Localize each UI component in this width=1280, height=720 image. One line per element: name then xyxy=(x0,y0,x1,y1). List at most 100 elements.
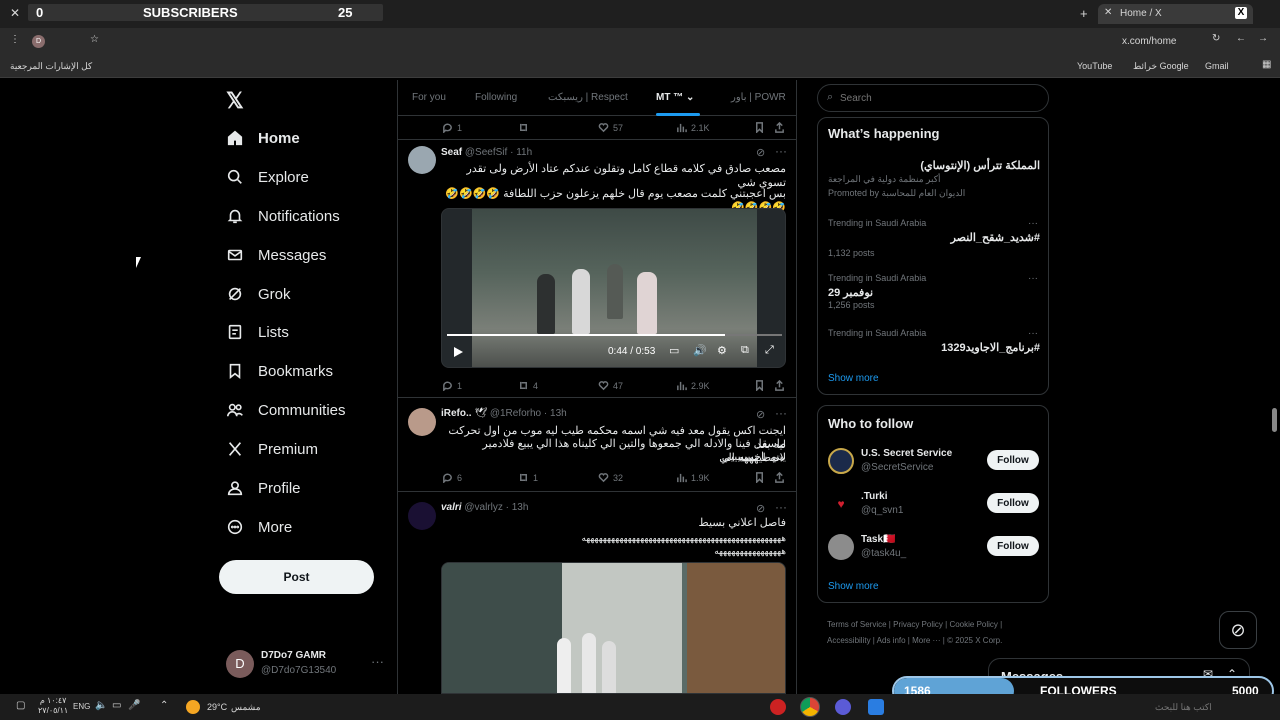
url-text[interactable]: x.com/home xyxy=(1122,36,1176,47)
more-dots-icon[interactable]: ··· xyxy=(371,654,384,669)
tweet-1[interactable]: Seaf @SeefSif · 11h ⊘ ··· مصعب صادق في ك… xyxy=(398,140,796,398)
footer-link[interactable]: Accessibility xyxy=(827,636,871,645)
weather-label[interactable]: مشمس xyxy=(231,702,261,713)
nav-lists[interactable]: Lists xyxy=(226,318,289,346)
video-player[interactable]: 0:44 / 0:53 ▭ 🔊 ⚙ ⧉ ⤢ xyxy=(441,208,786,368)
settings-gear-icon[interactable]: ⚙ xyxy=(717,344,727,357)
scrollbar-thumb[interactable] xyxy=(1272,408,1277,432)
views-button[interactable]: 2.1K xyxy=(676,122,710,133)
pip-icon[interactable]: ⧉ xyxy=(741,344,749,357)
tab-following[interactable]: Following xyxy=(475,92,517,103)
trend-item[interactable]: Trending in Saudi Arabia ··· نوفمبر 29 1… xyxy=(828,273,1040,313)
tab-close-icon[interactable]: ✕ xyxy=(1104,7,1112,18)
search-box[interactable]: ⌕ xyxy=(817,84,1049,112)
trend-item[interactable]: Trending in Saudi Arabia ··· #برنامج_الا… xyxy=(828,328,1040,360)
footer-link[interactable]: Terms of Service xyxy=(827,620,887,629)
play-icon[interactable] xyxy=(454,347,463,357)
nav-messages[interactable]: Messages xyxy=(226,241,326,269)
back-icon[interactable]: ← xyxy=(1236,33,1246,44)
repost-button[interactable]: 4 xyxy=(518,380,538,391)
chrome-taskbar-icon[interactable] xyxy=(800,697,820,717)
network-icon[interactable]: ▭ xyxy=(112,700,121,711)
tray-chevron-icon[interactable]: ⌃ xyxy=(160,700,168,711)
tab-respect[interactable]: ريسبكت | Respect xyxy=(548,92,628,103)
footer-link[interactable]: Ads info xyxy=(877,636,906,645)
nav-bookmarks[interactable]: Bookmarks xyxy=(226,357,333,385)
nav-notifications[interactable]: Notifications xyxy=(226,202,340,230)
promoted-trend[interactable]: المملكة تترأس (الإنتوساي) أكبر منظمة دول… xyxy=(828,156,1040,200)
share-button[interactable] xyxy=(774,380,785,391)
more-dots-icon[interactable]: ··· xyxy=(1028,218,1038,229)
account-switcher[interactable]: D D7Do7 GAMR @D7do7G13540 ··· xyxy=(226,648,386,682)
author-handle[interactable]: @SeefSif xyxy=(465,147,507,158)
bookmark-button[interactable] xyxy=(754,472,765,483)
language-indicator[interactable]: ENG xyxy=(73,702,90,711)
footer-link[interactable]: More ··· xyxy=(912,636,940,645)
clock[interactable]: ١٠:٤٧ م ٢٧/٠٥/١١ xyxy=(38,696,68,716)
bookmark-button[interactable] xyxy=(754,122,765,133)
like-button[interactable]: 57 xyxy=(598,122,623,133)
like-button[interactable]: 32 xyxy=(598,472,623,483)
apps-grid-icon[interactable]: ▦ xyxy=(1262,59,1271,70)
browser-tab[interactable]: ✕ Home / X X xyxy=(1098,4,1253,24)
search-input[interactable] xyxy=(840,91,1040,105)
bookmark-star-icon[interactable]: ☆ xyxy=(90,34,99,45)
menu-icon[interactable]: ⋮ xyxy=(10,34,20,45)
reply-button[interactable]: 1 xyxy=(442,380,462,391)
like-button[interactable]: 47 xyxy=(598,380,623,391)
volume-icon[interactable]: 🔊 xyxy=(693,344,707,357)
tweet-3[interactable]: valri @valrlyz · 13h ⊘ ··· فاصل اعلاني ب… xyxy=(398,492,796,694)
grok-icon[interactable]: ⊘ xyxy=(756,408,765,421)
profile-avatar-icon[interactable]: D xyxy=(32,35,45,48)
reload-icon[interactable]: ↻ xyxy=(1212,33,1220,44)
tweet-time[interactable]: · 13h xyxy=(506,502,529,513)
tweet-time[interactable]: · 11h xyxy=(510,147,532,158)
footer-link[interactable]: Cookie Policy xyxy=(949,620,997,629)
tweet-2[interactable]: iRefo.. 🕊 @1Reforho · 13h ⊘ ··· ايجنت اك… xyxy=(398,398,796,492)
views-button[interactable]: 1.9K xyxy=(676,472,710,483)
nav-home[interactable]: Home xyxy=(226,124,300,152)
bookmark-button[interactable] xyxy=(754,380,765,391)
share-button[interactable] xyxy=(774,472,785,483)
notification-icon[interactable]: ▢ xyxy=(16,700,25,711)
author-name[interactable]: valri xyxy=(441,502,462,513)
tweet-time[interactable]: · 13h xyxy=(544,408,567,419)
grok-icon[interactable]: ⊘ xyxy=(756,146,765,159)
author-name[interactable]: iRefo.. xyxy=(441,408,472,419)
repost-button[interactable] xyxy=(518,122,529,133)
repost-button[interactable]: 1 xyxy=(518,472,538,483)
reply-button[interactable]: 1 xyxy=(442,122,462,133)
nav-communities[interactable]: Communities xyxy=(226,396,346,424)
bookmark-gmail[interactable]: Gmail xyxy=(1205,61,1229,71)
post-button[interactable]: Post xyxy=(219,560,374,594)
grok-icon[interactable]: ⊘ xyxy=(756,502,765,515)
follow-button[interactable]: Follow xyxy=(987,536,1039,556)
taskbar-app-icon[interactable] xyxy=(868,699,884,715)
nav-grok[interactable]: Grok xyxy=(226,280,291,308)
tab-for-you[interactable]: For you xyxy=(412,92,446,103)
microphone-icon[interactable]: 🎤 xyxy=(128,700,140,711)
reply-button[interactable]: 6 xyxy=(442,472,462,483)
more-dots-icon[interactable]: ··· xyxy=(775,406,787,420)
new-tab-icon[interactable]: + xyxy=(1080,6,1088,21)
captions-icon[interactable]: ▭ xyxy=(669,344,679,357)
forward-icon[interactable]: → xyxy=(1258,33,1268,44)
nav-profile[interactable]: Profile xyxy=(226,474,301,502)
author-name[interactable]: Seaf xyxy=(441,147,462,158)
show-more-link[interactable]: Show more xyxy=(828,373,879,384)
bookmarks-folder[interactable]: كل الإشارات المرجعية xyxy=(10,61,92,72)
show-more-link[interactable]: Show more xyxy=(828,581,879,592)
follow-button[interactable]: Follow xyxy=(987,450,1039,470)
nav-premium[interactable]: Premium xyxy=(226,435,318,463)
more-dots-icon[interactable]: ··· xyxy=(1028,273,1038,284)
footer-link[interactable]: Privacy Policy xyxy=(893,620,943,629)
nav-explore[interactable]: Explore xyxy=(226,163,309,191)
tab-mt[interactable]: MT ™ ⌄ xyxy=(656,92,694,103)
share-button[interactable] xyxy=(774,122,785,133)
video-progress-track[interactable] xyxy=(447,334,782,336)
close-window-icon[interactable]: ✕ xyxy=(10,6,20,20)
nav-more[interactable]: More xyxy=(226,513,292,541)
views-button[interactable]: 2.9K xyxy=(676,380,710,391)
author-handle[interactable]: @valrlyz xyxy=(464,502,503,513)
bookmark-maps[interactable]: خرائط Google xyxy=(1133,61,1189,72)
